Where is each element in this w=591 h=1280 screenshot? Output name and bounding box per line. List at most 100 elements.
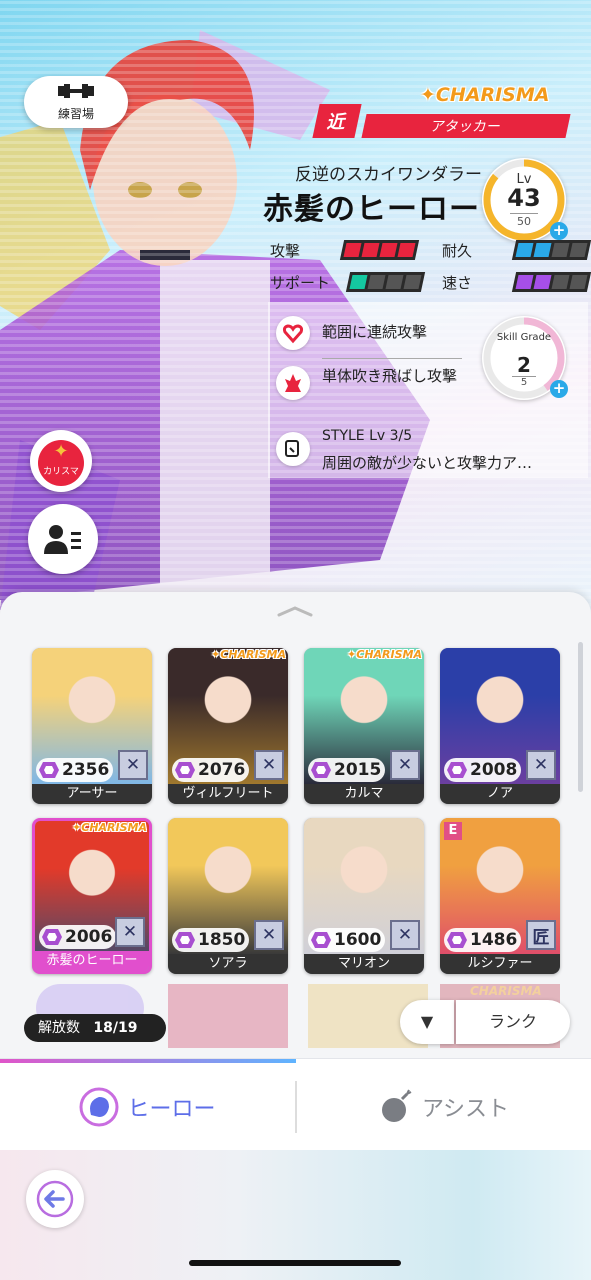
power-gem-icon — [311, 762, 331, 778]
hero-name: 赤髪のヒーロー — [263, 192, 480, 227]
stat-segment — [385, 275, 404, 289]
stat-bar — [511, 272, 591, 292]
hero-class-icon: ✕ — [526, 750, 556, 780]
stat-segment — [367, 275, 386, 289]
arrow-left-icon — [36, 1180, 74, 1218]
role-bar: 近 アタッカー — [312, 104, 571, 138]
tab-hero-label: ヒーロー — [127, 1097, 216, 1122]
charisma-star-icon: ✦ — [420, 84, 436, 106]
hero-card[interactable]: 2356 ✕ アーサー — [32, 648, 152, 804]
hero-power: 1486 — [444, 928, 522, 952]
charisma-badge: ✦CHARISMA — [420, 84, 549, 106]
style-card-icon — [276, 432, 310, 466]
hero-card[interactable]: ✦CHARISMA 2076 ✕ ヴィルフリート — [168, 648, 288, 804]
skill-row-1[interactable]: 範囲に連続攻撃 — [276, 316, 462, 360]
stat-row-3: サポート — [270, 270, 430, 294]
hero-card[interactable]: 2008 ✕ ノア — [440, 648, 560, 804]
hero-class-icon: ✕ — [390, 750, 420, 780]
skill-grade-ring[interactable]: Skill Grade 2 5 + — [482, 316, 568, 400]
hero-card-name: カルマ — [304, 784, 424, 804]
range-badge: 近 — [312, 104, 362, 138]
charisma-side-icon: ✦ カリスマ — [38, 440, 84, 486]
hero-card-name: 赤髪のヒーロー — [35, 951, 149, 971]
hero-card-name: マリオン — [304, 954, 424, 974]
hero-power: 2008 — [444, 758, 522, 782]
stat-segment — [361, 243, 380, 257]
hero-class-icon: ✕ — [254, 920, 284, 950]
home-indicator[interactable] — [189, 1260, 401, 1266]
hero-power-value: 2356 — [62, 760, 110, 780]
hero-card[interactable]: 1850 ✕ ソアラ — [168, 818, 288, 974]
stat-segment — [515, 275, 534, 289]
stat-segment — [569, 243, 588, 257]
hero-class-icon: 匠 — [526, 920, 556, 950]
power-gem-icon — [311, 932, 331, 948]
charisma-badge-text: CHARISMA — [435, 84, 550, 106]
charisma-badge: ✦CHARISMA — [72, 821, 147, 834]
back-button[interactable] — [26, 1170, 84, 1228]
hero-power-value: 1600 — [334, 930, 382, 950]
hero-power-value: 2015 — [334, 760, 382, 780]
hero-card-name: ヴィルフリート — [168, 784, 288, 804]
tab-assist[interactable]: アシスト — [296, 1063, 591, 1151]
level-ring[interactable]: Lv 43 50 + — [482, 158, 568, 242]
training-button[interactable]: 練習場 — [24, 76, 128, 128]
heart-chain-icon — [276, 316, 310, 350]
hero-power-value: 2008 — [470, 760, 518, 780]
stat-segment — [343, 243, 362, 257]
hero-class-icon: ✕ — [254, 750, 284, 780]
stat-segment — [551, 275, 570, 289]
skill-row-2[interactable]: 単体吹き飛ばし攻撃 — [276, 366, 462, 410]
stat-bar — [511, 240, 591, 260]
hero-head-icon — [79, 1087, 119, 1127]
stat-row-4: 速さ — [442, 270, 591, 294]
stat-segment — [533, 275, 552, 289]
power-gem-icon — [447, 932, 467, 948]
training-label: 練習場 — [57, 107, 94, 121]
stat-row-1: 攻撃 — [270, 238, 430, 262]
level-value: 43 — [507, 184, 541, 212]
hero-card[interactable]: ✦CHARISMA 2006 ✕ 赤髪のヒーロー — [32, 818, 152, 974]
tab-hero[interactable]: ヒーロー — [0, 1063, 295, 1151]
hero-power-value: 2076 — [198, 760, 246, 780]
stat-segment — [515, 243, 534, 257]
profile-list-icon — [44, 525, 81, 554]
hero-card[interactable]: E 1486 匠ルシファー — [440, 818, 560, 974]
hero-card[interactable]: ✦CHARISMA 2015 ✕ カルマ — [304, 648, 424, 804]
skill-grade-value: 2 — [517, 353, 531, 377]
profile-button[interactable] — [28, 504, 98, 574]
charisma-badge: ✦CHARISMA — [347, 648, 422, 661]
sort-select[interactable]: ランク — [456, 1000, 570, 1044]
hero-card-name: アーサー — [32, 784, 152, 804]
charisma-badge: ✦CHARISMA — [211, 648, 286, 661]
hero-card-name: ソアラ — [168, 954, 288, 974]
unlock-value: 18/19 — [93, 1020, 138, 1036]
bomb-icon — [381, 1089, 412, 1122]
power-gem-icon — [39, 762, 59, 778]
role-label: アタッカー — [361, 114, 571, 138]
hero-card-name: ノア — [440, 784, 560, 804]
list-scrollbar[interactable] — [578, 642, 583, 792]
hero-power: 2356 — [36, 758, 114, 782]
stat-segment — [551, 243, 570, 257]
stat-row-2: 耐久 — [442, 238, 591, 262]
hero-power: 2006 — [39, 925, 117, 949]
dumbbell-icon — [58, 84, 94, 98]
skill-grade-plus-icon[interactable]: + — [550, 380, 568, 398]
tab-assist-label: アシスト — [421, 1097, 510, 1122]
hero-class-icon: ✕ — [118, 750, 148, 780]
hero-class-icon: ✕ — [115, 917, 145, 947]
power-gem-icon — [175, 762, 195, 778]
stat-segment — [379, 243, 398, 257]
charisma-side-button[interactable]: ✦ カリスマ — [30, 430, 92, 492]
faded-charisma-badge: CHARISMA — [470, 984, 542, 998]
skill-text-2: 単体吹き飛ばし攻撃 — [322, 367, 458, 385]
skill-text-1: 範囲に連続攻撃 — [322, 323, 428, 341]
stat-segment — [569, 275, 588, 289]
hero-power-value: 2006 — [65, 927, 113, 947]
sort-order-toggle[interactable]: ▼ — [400, 1000, 454, 1044]
stat-segment — [349, 275, 368, 289]
hero-card[interactable]: 1600 ✕ マリオン — [304, 818, 424, 974]
stat-bar — [339, 240, 420, 260]
chevron-up-icon[interactable] — [275, 604, 315, 618]
